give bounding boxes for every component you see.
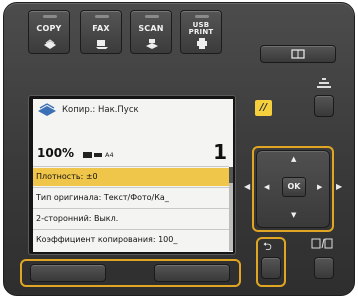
copy-mode-icon bbox=[38, 103, 56, 116]
down-arrow-icon[interactable]: ▼ bbox=[291, 212, 296, 219]
divider bbox=[33, 166, 229, 167]
right-edge-arrow-icon: ▶ bbox=[336, 182, 343, 191]
right-arrow-icon[interactable]: ▶ bbox=[317, 184, 322, 191]
id-card-icon bbox=[311, 238, 333, 249]
scrollbar[interactable] bbox=[229, 167, 233, 251]
copy-count: 1 bbox=[213, 140, 227, 164]
menu-item-duplex[interactable]: 2-сторонний: Выкл. bbox=[33, 210, 229, 228]
paper-source-icon bbox=[83, 152, 102, 158]
ok-button[interactable]: OK bbox=[282, 177, 306, 197]
menu-item-original-type[interactable]: Тип оригинала: Текст/Фото/Ка_ bbox=[33, 189, 229, 207]
paper-size: A4 bbox=[105, 151, 114, 159]
back-icon: ⮌ bbox=[263, 240, 272, 253]
fax-led bbox=[95, 15, 109, 18]
copy-label: COPY bbox=[36, 24, 62, 33]
scrollbar-thumb[interactable] bbox=[229, 167, 233, 183]
copy-icon bbox=[44, 39, 56, 49]
scan-label: SCAN bbox=[138, 24, 164, 33]
copy-led bbox=[43, 15, 57, 18]
copy-key[interactable]: COPY bbox=[28, 10, 70, 54]
divider bbox=[33, 229, 229, 230]
left-soft-key[interactable] bbox=[30, 264, 106, 282]
id-card-copy-key[interactable] bbox=[314, 257, 334, 279]
status-icon: // bbox=[255, 100, 272, 116]
fax-label: FAX bbox=[92, 24, 110, 33]
copy-ratio: 100% bbox=[37, 146, 75, 160]
scan-key[interactable]: SCAN bbox=[130, 10, 172, 54]
menu-item-density[interactable]: Плотность: ±0 bbox=[33, 168, 229, 186]
usb-print-icon bbox=[197, 38, 207, 49]
book-icon bbox=[291, 49, 305, 59]
usb-print-label-line2: PRINT bbox=[188, 28, 214, 36]
divider bbox=[33, 208, 229, 209]
left-edge-arrow-icon: ◀ bbox=[244, 182, 251, 191]
back-key[interactable] bbox=[261, 257, 281, 279]
up-arrow-icon[interactable]: ▲ bbox=[291, 156, 296, 163]
usb-print-label: USB PRINT bbox=[181, 22, 221, 36]
divider bbox=[33, 187, 229, 188]
display-screen: Копир.: Нак.Пуск 100% A4 1 Плотность: ±0… bbox=[33, 99, 233, 252]
usb-print-key[interactable]: USB PRINT bbox=[180, 10, 222, 54]
usb-print-led bbox=[195, 15, 209, 18]
fax-icon bbox=[96, 40, 108, 49]
fax-key[interactable]: FAX bbox=[80, 10, 122, 54]
display-header-text: Копир.: Нак.Пуск bbox=[62, 105, 139, 115]
scan-led bbox=[145, 15, 159, 18]
menu-icon bbox=[317, 78, 331, 88]
menu-key[interactable] bbox=[314, 95, 334, 117]
left-arrow-icon[interactable]: ◀ bbox=[264, 184, 269, 191]
right-soft-key[interactable] bbox=[154, 264, 230, 282]
menu-item-copy-ratio[interactable]: Коэффициент копирования: 100_ bbox=[33, 231, 229, 249]
scan-icon bbox=[146, 39, 158, 49]
address-book-key[interactable] bbox=[260, 45, 336, 63]
display-header: Копир.: Нак.Пуск bbox=[33, 99, 233, 123]
